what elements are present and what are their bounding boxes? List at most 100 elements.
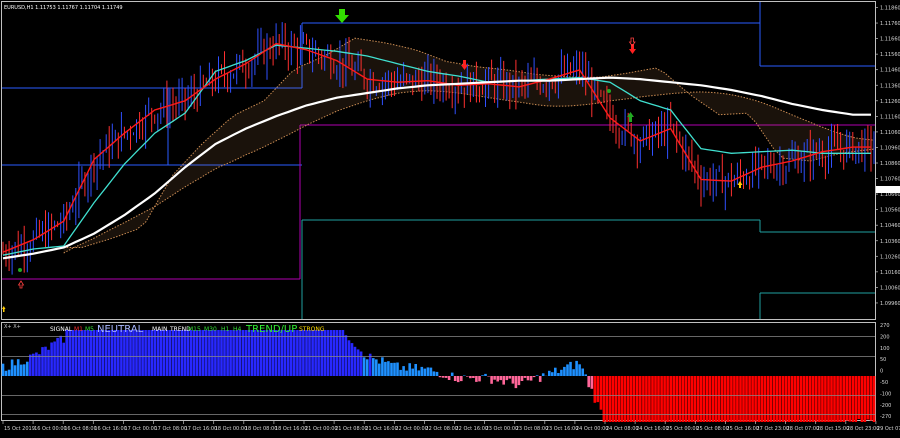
histogram-bar [836, 376, 839, 422]
arrow-down-icon [335, 9, 349, 23]
indicator-histogram [2, 330, 876, 422]
histogram-bar [648, 376, 651, 422]
price-label: 1.11760 [880, 21, 900, 27]
histogram-bar [23, 364, 26, 376]
ichimoku-cloud [64, 38, 874, 253]
histogram-bar [472, 376, 475, 378]
time-label: 28 Oct 23:00 [847, 426, 880, 432]
histogram-bar [527, 376, 530, 380]
histogram-bar [718, 376, 721, 422]
histogram-bar [493, 376, 496, 380]
price-label: 1.11860 [880, 6, 900, 12]
signal-dot [18, 268, 22, 272]
histogram-bar [387, 361, 390, 376]
histogram-bar [770, 376, 773, 422]
time-label: 21 Oct 16:00 [365, 426, 398, 432]
histogram-bar [38, 354, 41, 376]
histogram-bar [44, 347, 47, 376]
histogram-bar [14, 365, 17, 376]
histogram-bar [481, 375, 484, 376]
histogram-bar [399, 370, 402, 376]
histogram-bar [736, 376, 739, 422]
histogram-bar [393, 363, 396, 376]
histogram-bar [35, 353, 38, 377]
histogram-bar [612, 376, 615, 422]
histogram-bar [378, 364, 381, 376]
histogram-bar [384, 362, 387, 376]
histogram-bar [594, 376, 597, 403]
histogram-bar [700, 376, 703, 422]
histogram-bar [694, 376, 697, 422]
histogram-bar [457, 376, 460, 382]
histogram-bar [672, 376, 675, 422]
time-label: 25 Oct 16:00 [726, 426, 759, 432]
strength-value: STRONG [299, 326, 325, 333]
histogram-bar [806, 376, 809, 422]
histogram-bar [439, 376, 442, 377]
histogram-bar [496, 376, 499, 382]
histogram-bar [706, 376, 709, 422]
histogram-bar [651, 376, 654, 422]
histogram-bar [861, 376, 864, 422]
histogram-bar [445, 376, 448, 378]
histogram-bar [357, 349, 360, 376]
histogram-bar [375, 359, 378, 376]
price-label: 1.10860 [880, 161, 900, 167]
histogram-bar [29, 355, 32, 376]
histogram-bar [748, 376, 751, 422]
histogram-bar [833, 376, 836, 422]
histogram-bar [560, 370, 563, 376]
price-label: 1.10160 [880, 270, 900, 276]
histogram-bar [512, 376, 515, 384]
histogram-bar [524, 376, 527, 378]
indicator-axis-label: -200 [880, 403, 891, 409]
histogram-bar [660, 376, 663, 422]
histogram-bar [812, 376, 815, 422]
signal-label: SIGNAL [50, 326, 73, 333]
histogram-bar [636, 376, 639, 422]
price-axis: 1.118601.117601.116601.115601.114601.113… [875, 6, 900, 307]
time-label: 23 Oct 08:00 [516, 426, 549, 432]
trend-value: TREND/UP [245, 324, 297, 335]
histogram-bar [742, 376, 745, 422]
histogram-bar [408, 363, 411, 376]
histogram-bar [827, 376, 830, 422]
histogram-bar [50, 343, 53, 377]
signal-tf-m5: M5 [85, 326, 94, 333]
histogram-bar [584, 374, 587, 376]
histogram-bar [26, 362, 29, 376]
histogram-bar [633, 376, 636, 422]
histogram-bar [554, 368, 557, 376]
histogram-bar [669, 376, 672, 422]
histogram-bar [609, 376, 612, 422]
trend-tf-h4: H4 [233, 326, 242, 333]
price-label: 1.11560 [880, 52, 900, 58]
histogram-bar [794, 376, 797, 422]
histogram-bar [864, 376, 867, 422]
histogram-bar [372, 358, 375, 376]
histogram-bar [654, 376, 657, 422]
histogram-bar [839, 376, 842, 422]
time-label: 24 Oct 00:00 [576, 426, 609, 432]
histogram-bar [17, 359, 20, 376]
histogram-bar [411, 369, 414, 376]
histogram-bar [475, 376, 478, 382]
chart-canvas[interactable]: EURUSD,H1 1.11753 1.11767 1.11704 1.1174… [0, 0, 900, 434]
histogram-bar [697, 376, 700, 422]
histogram-bar [53, 342, 56, 377]
indicator-axis-label: 0 [880, 369, 883, 375]
histogram-bar [442, 376, 445, 378]
trend-tf-m15: M15 [188, 326, 201, 333]
histogram-bar [733, 376, 736, 422]
histogram-bar [597, 376, 600, 402]
histogram-bar [724, 376, 727, 422]
indicator-axis-label: -270 [880, 414, 891, 420]
price-label: 1.11660 [880, 37, 900, 43]
time-label: 21 Oct 08:00 [335, 426, 368, 432]
symbol-title: EURUSD,H1 1.11753 1.11767 1.11704 1.1174… [4, 5, 123, 11]
histogram-bar [490, 376, 493, 384]
histogram-bar [675, 376, 678, 422]
histogram-bar [460, 376, 463, 381]
time-label: 23 Oct 00:00 [486, 426, 519, 432]
histogram-bar [603, 376, 606, 422]
